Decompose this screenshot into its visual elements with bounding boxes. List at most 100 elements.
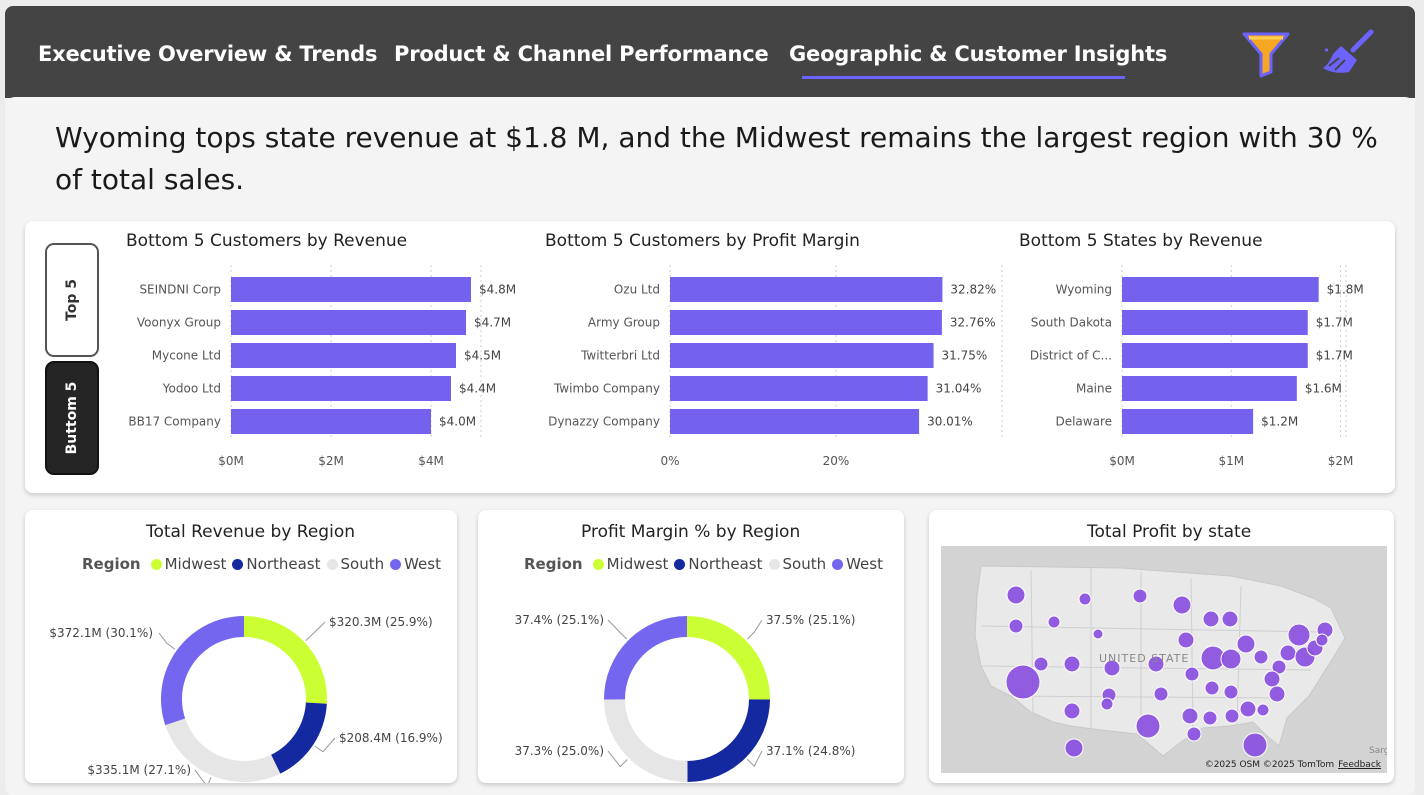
state-profit-bubble: [1184, 666, 1200, 682]
data-label: $1.8M: [1327, 283, 1364, 297]
category-label: Ozu Ltd: [614, 283, 660, 297]
page-content: Wyoming tops state revenue at $1.8 M, an…: [5, 97, 1415, 795]
bar: [670, 343, 934, 368]
slice-data-label: $335.1M (27.1%): [87, 763, 191, 777]
x-tick-label: 20%: [823, 454, 850, 468]
map-edge-label: Sarg: [1369, 746, 1387, 756]
state-profit-bubble: [1047, 615, 1061, 629]
state-profit-bubble: [1315, 633, 1329, 647]
leader-line: [746, 619, 763, 640]
state-profit-bubble: [1063, 655, 1081, 673]
headline-insight: Wyoming tops state revenue at $1.8 M, an…: [55, 121, 1378, 196]
leader-line: [314, 737, 336, 753]
category-label: Twitterbri Ltd: [580, 349, 660, 363]
category-label: Mycone Ltd: [152, 349, 221, 363]
filter-icon[interactable]: [1241, 28, 1293, 80]
bar: [670, 376, 928, 401]
x-tick-label: 0%: [660, 454, 679, 468]
leader-line: [607, 619, 628, 640]
bottom5-card: Top 5 Buttom 5 Bottom 5 Customers by Rev…: [25, 221, 1395, 493]
leader-line: [305, 621, 326, 641]
chart-title-profit-state: Total Profit by state: [1087, 522, 1252, 542]
slice-data-label: $208.4M (16.9%): [339, 731, 443, 745]
bar: [670, 310, 942, 335]
tab-executive-overview[interactable]: Executive Overview & Trends: [38, 42, 378, 66]
data-label: $1.7M: [1316, 349, 1353, 363]
state-profit-bubble: [1186, 726, 1202, 742]
map-attribution: ©2025 OSM ©2025 TomTom Feedback: [1205, 760, 1381, 770]
broom-icon[interactable]: [1319, 28, 1374, 80]
state-profit-bubble: [1223, 684, 1239, 700]
category-label: SEINDNI Corp: [139, 283, 221, 297]
state-profit-bubble: [1064, 738, 1084, 758]
slice-data-label: 37.5% (25.1%): [766, 613, 855, 627]
x-tick-label: $0M: [218, 454, 244, 468]
state-profit-bubble: [1177, 631, 1195, 649]
state-profit-bubble: [1181, 707, 1199, 725]
state-profit-bubble: [1135, 713, 1161, 739]
data-label: $4.7M: [474, 316, 511, 330]
category-label: Delaware: [1055, 415, 1112, 429]
state-profit-bubble: [1132, 588, 1148, 604]
state-profit-bubble: [1202, 610, 1220, 628]
tab-geographic-customer[interactable]: Geographic & Customer Insights: [789, 42, 1167, 66]
data-label: 31.75%: [942, 349, 988, 363]
bar: [231, 277, 471, 302]
bar: [1122, 343, 1308, 368]
bar: [231, 409, 431, 434]
top-nav-bar: Executive Overview & Trends Product & Ch…: [5, 6, 1415, 98]
state-profit-bubble: [1287, 623, 1311, 647]
state-profit-bubble: [1063, 702, 1081, 720]
category-label: Yodoo Ltd: [162, 382, 221, 396]
slice-data-label: 37.4% (25.1%): [515, 613, 604, 627]
revenue-region-donut: $320.3M (25.9%) $208.4M (16.9%) $335.1M (2…: [49, 615, 443, 783]
data-label: $1.7M: [1316, 316, 1353, 330]
category-label: Army Group: [588, 316, 660, 330]
category-label: BB17 Company: [128, 415, 221, 429]
state-profit-bubble: [1202, 710, 1218, 726]
data-label: $4.8M: [479, 283, 516, 297]
data-label: $4.0M: [439, 415, 476, 429]
x-tick-label: $2M: [1328, 454, 1354, 468]
state-profit-bubble: [1092, 628, 1104, 640]
state-profit-bubble: [1256, 703, 1270, 717]
donut-slice: [604, 699, 688, 782]
category-label: Dynazzy Company: [548, 415, 660, 429]
state-profit-bubble: [1204, 680, 1220, 696]
state-profit-bubble: [1153, 686, 1169, 702]
tab-product-channel[interactable]: Product & Channel Performance: [394, 42, 769, 66]
donut-slice: [687, 616, 770, 700]
x-tick-label: $2M: [318, 454, 344, 468]
leader-line: [158, 632, 176, 650]
map-country-label: UNITED STATE: [1099, 652, 1190, 665]
bar: [231, 343, 456, 368]
donut-slice: [244, 616, 327, 704]
data-label: $1.6M: [1305, 382, 1342, 396]
state-profit-bubble: [1006, 585, 1026, 605]
state-profit-bubble: [1224, 708, 1240, 724]
bar: [1122, 277, 1319, 302]
x-tick-label: $1M: [1218, 454, 1244, 468]
map-feedback-link[interactable]: Feedback: [1338, 760, 1381, 770]
data-label: 32.82%: [950, 283, 996, 297]
donut-slice: [271, 702, 327, 774]
bar: [670, 409, 920, 434]
state-profit-bubble: [1172, 595, 1192, 615]
slice-data-label: 37.1% (24.8%): [766, 744, 855, 758]
donut-slice: [687, 699, 770, 782]
data-label: 30.01%: [927, 415, 973, 429]
category-label: Wyoming: [1056, 283, 1112, 297]
data-label: $1.2M: [1261, 415, 1298, 429]
data-label: $4.4M: [459, 382, 496, 396]
data-label: 31.04%: [936, 382, 982, 396]
donut-slice: [161, 616, 244, 726]
state-profit-bubble: [1279, 644, 1297, 662]
slice-data-label: 37.3% (25.0%): [515, 744, 604, 758]
bar: [1122, 376, 1297, 401]
bar: [670, 277, 943, 302]
state-profit-bubble: [1242, 732, 1268, 758]
us-map[interactable]: UNITED STATE Sarg ©2025 OSM ©2025 TomTom…: [941, 546, 1387, 773]
map-attribution-text: ©2025 OSM ©2025 TomTom: [1204, 760, 1335, 770]
bar: [231, 376, 451, 401]
state-profit-bubble: [1078, 592, 1092, 606]
